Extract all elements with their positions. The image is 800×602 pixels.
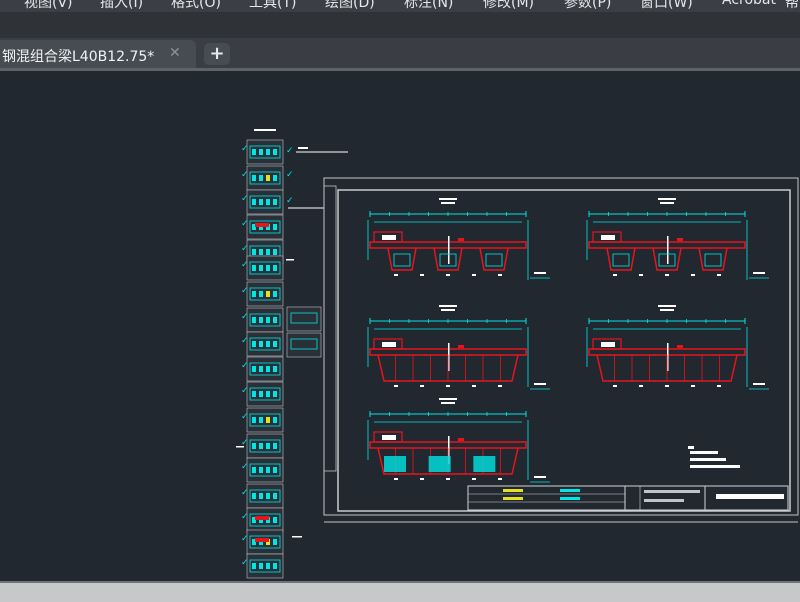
menu-tools[interactable]: 工具(T) — [249, 0, 296, 12]
svg-text:✓: ✓ — [241, 336, 249, 346]
svg-text:✓: ✓ — [241, 462, 249, 472]
menu-parameters[interactable]: 参数(P) — [564, 0, 611, 12]
status-bar — [0, 581, 800, 602]
girder-cross-section — [586, 305, 769, 390]
svg-text:✓: ✓ — [241, 558, 249, 568]
cross-sections — [367, 198, 769, 483]
svg-text:✓: ✓ — [241, 412, 249, 422]
menu-modify[interactable]: 修改(M) — [483, 0, 534, 12]
sheet-thumbnail[interactable]: ✓ — [241, 165, 284, 191]
svg-text:✓: ✓ — [241, 488, 249, 498]
sheet-thumbnail[interactable]: ✓ — [241, 381, 284, 407]
girder-cross-section — [586, 198, 769, 280]
svg-text:✓: ✓ — [286, 146, 294, 156]
sheet-thumbnail[interactable]: ✓ — [241, 307, 284, 333]
sheet-thumbnail[interactable]: ✓ — [241, 529, 284, 555]
sheet-thumbnail[interactable]: ✓ — [241, 281, 284, 307]
svg-text:✓: ✓ — [241, 170, 249, 180]
document-tab-title: 钢混组合梁L40B12.75* — [2, 49, 155, 65]
sheet-thumbnail[interactable]: ✓ — [241, 331, 284, 357]
menu-draw[interactable]: 绘图(D) — [325, 0, 375, 12]
sheet-thumbnail[interactable]: ✓ — [241, 553, 284, 579]
drawing-area[interactable]: ✓ ✓ ✓ ✓ ✓ ✓ ✓ ✓ ✓ ✓ ✓ ✓ ✓ ✓ ✓ ✓ ✓ ✓ ✓ ✓ ✓ — [0, 71, 800, 581]
sheet-thumbnail[interactable]: ✓ — [241, 483, 284, 509]
menu-dimension[interactable]: 标注(N) — [404, 0, 453, 12]
sheet-thumbnail[interactable]: ✓ — [241, 255, 284, 281]
girder-cross-section — [367, 305, 550, 390]
sheet-thumbnail-column: ✓ ✓ ✓ ✓ ✓ ✓ ✓ ✓ ✓ ✓ ✓ ✓ ✓ ✓ ✓ ✓ ✓ ✓ ✓ ✓ ✓ — [236, 129, 348, 579]
svg-text:✓: ✓ — [286, 196, 294, 206]
sheet-thumbnail[interactable]: ✓ — [241, 189, 284, 215]
svg-text:✓: ✓ — [241, 312, 249, 322]
menu-format[interactable]: 格式(O) — [171, 0, 221, 12]
plus-icon[interactable]: + — [204, 43, 230, 65]
sheet-thumbnail[interactable]: ✓ — [241, 214, 284, 240]
svg-text:✓: ✓ — [241, 194, 249, 204]
svg-text:✓: ✓ — [241, 286, 249, 296]
menu-window[interactable]: 窗口(W) — [640, 0, 693, 12]
svg-text:✓: ✓ — [241, 260, 249, 270]
svg-text:✓: ✓ — [241, 386, 249, 396]
sheet-thumbnail[interactable]: ✓ — [241, 507, 284, 533]
girder-cross-section — [367, 398, 550, 483]
menu-help[interactable]: 帮 — [785, 0, 799, 12]
girder-cross-section — [367, 198, 550, 280]
menu-view[interactable]: 视图(V) — [24, 0, 73, 12]
svg-text:✓: ✓ — [241, 244, 249, 254]
sheet-thumbnail[interactable]: ✓ — [241, 457, 284, 483]
sheet-thumbnail[interactable]: ✓ — [241, 407, 284, 433]
sheet-thumbnail[interactable]: ✓ — [241, 139, 284, 165]
document-tab[interactable]: 钢混组合梁L40B12.75* ✕ — [0, 40, 196, 68]
menu-acrobat[interactable]: Acrobat — [722, 0, 776, 8]
svg-text:✓: ✓ — [241, 534, 249, 544]
svg-text:✓: ✓ — [241, 219, 249, 229]
svg-text:✓: ✓ — [241, 512, 249, 522]
svg-text:✓: ✓ — [286, 170, 294, 180]
svg-text:✓: ✓ — [241, 361, 249, 371]
svg-text:✓: ✓ — [241, 144, 249, 154]
sheet-thumbnail[interactable]: ✓ — [241, 356, 284, 382]
sheet-thumbnail[interactable]: ✓ — [241, 433, 284, 459]
tab-strip — [0, 12, 800, 38]
menu-insert[interactable]: 插入(I) — [100, 0, 143, 12]
menu-bar: 视图(V) 插入(I) 格式(O) 工具(T) 绘图(D) 标注(N) 修改(M… — [0, 0, 800, 12]
side-strip — [323, 185, 337, 472]
close-icon[interactable]: ✕ — [169, 45, 181, 61]
